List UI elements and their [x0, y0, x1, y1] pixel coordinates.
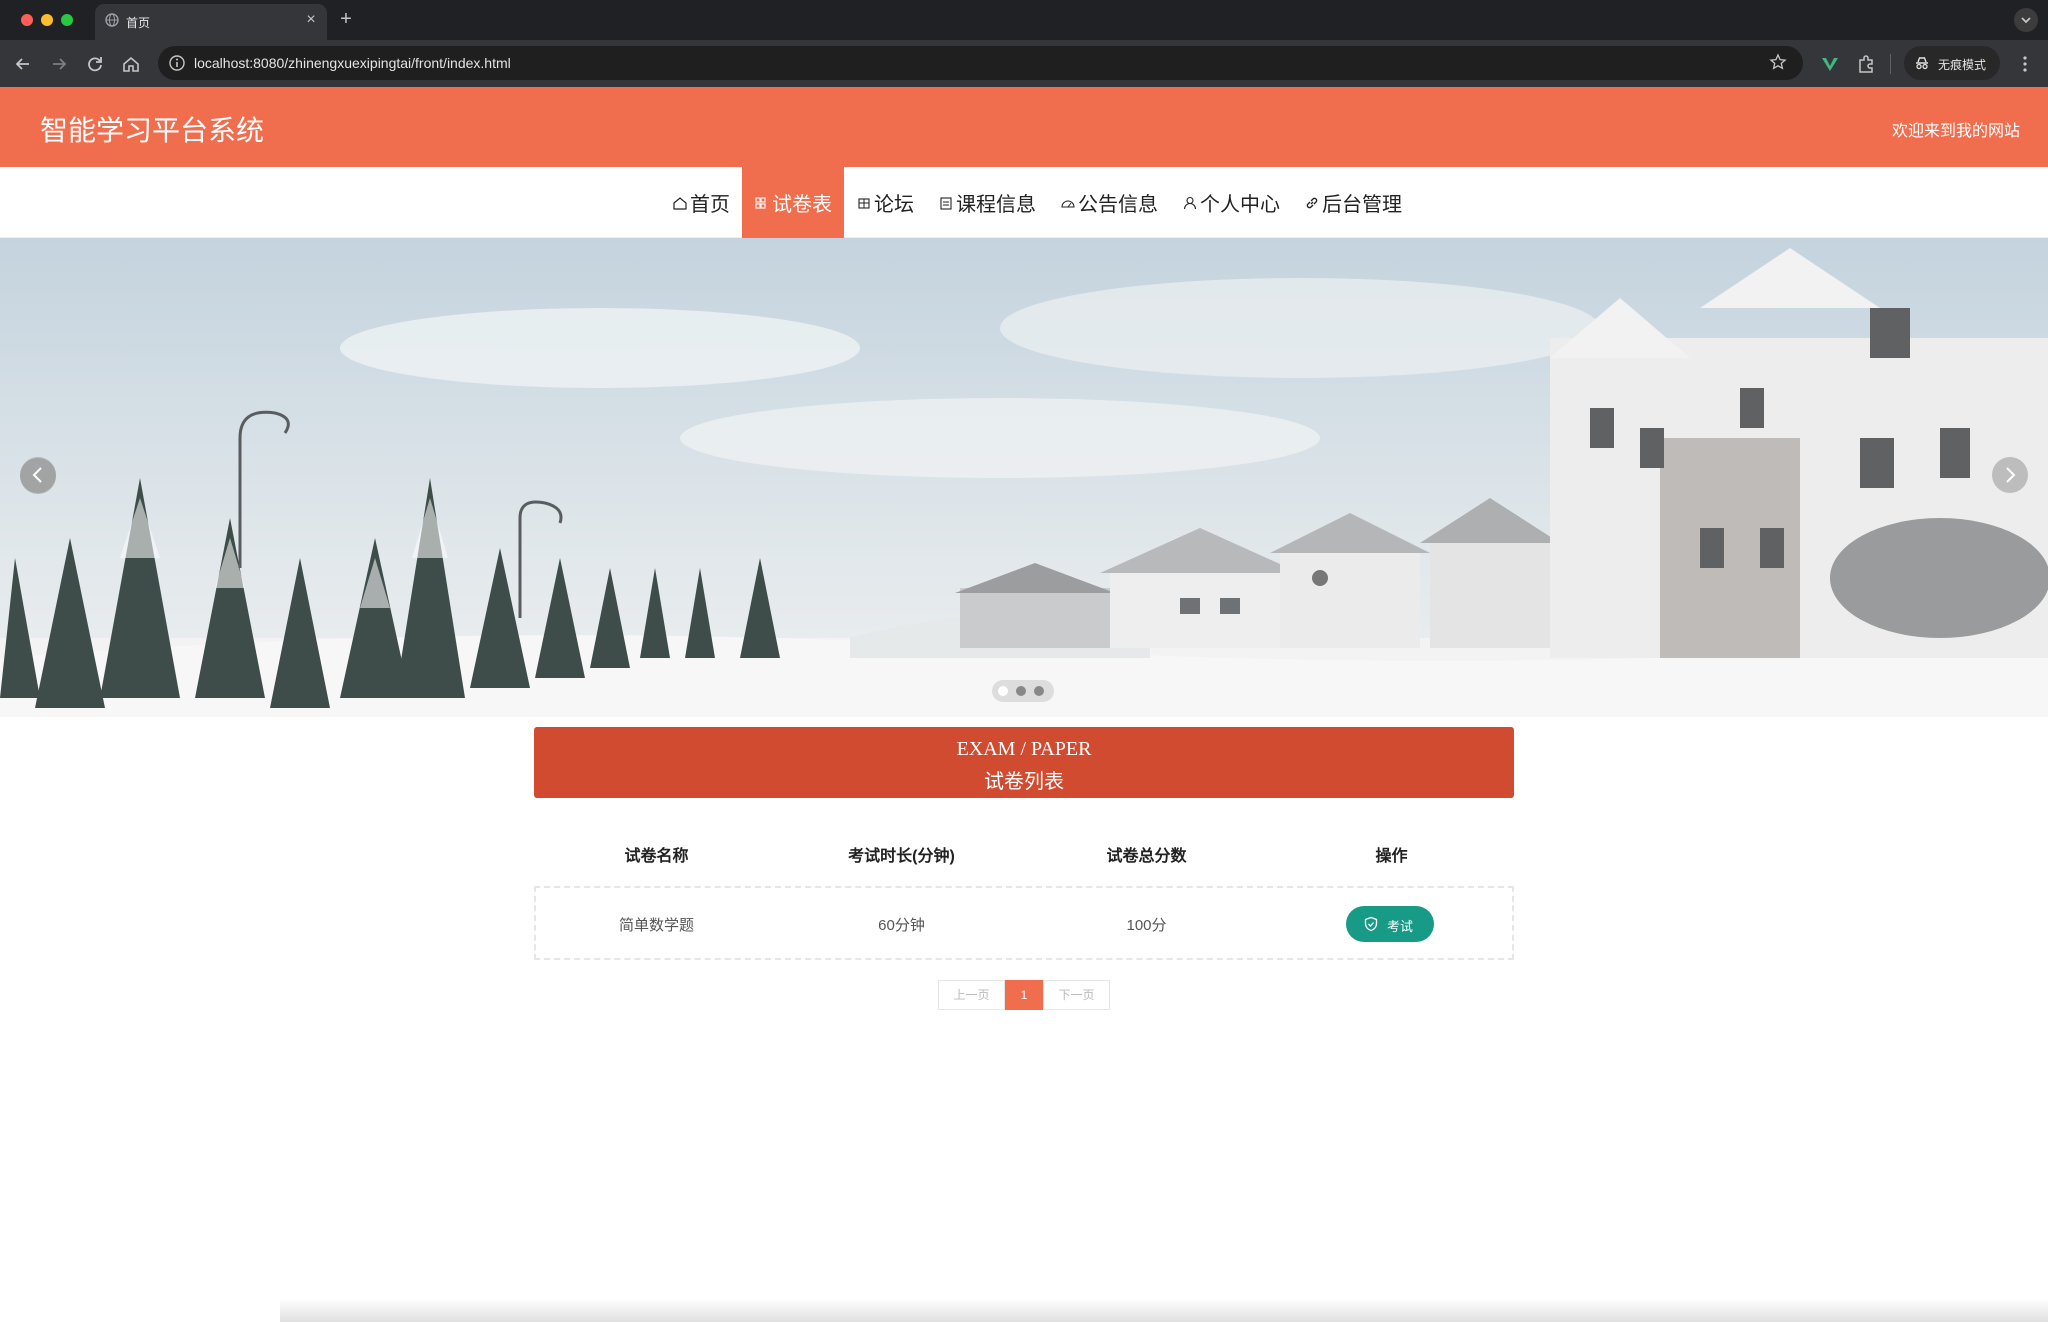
- nav-label: 课程信息: [956, 194, 1036, 216]
- column-header-action: 操作: [1375, 848, 1408, 865]
- take-exam-button[interactable]: 考试: [1346, 906, 1434, 942]
- nav-label: 公告信息: [1078, 194, 1158, 216]
- column-header-score: 试卷总分数: [1106, 848, 1187, 865]
- address-bar[interactable]: localhost:8080/zhinengxuexipingtai/front…: [158, 46, 1803, 80]
- welcome-text: 欢迎来到我的网站: [1891, 123, 2020, 140]
- nav-item-profile[interactable]: 个人中心: [1170, 167, 1292, 238]
- main-nav: 首页 试卷表 论坛 课程信息 公告信息 个人中心 后台管理: [0, 167, 2048, 238]
- browser-tab[interactable]: 首页 ×: [95, 4, 327, 40]
- banner-image: [0, 238, 2048, 717]
- new-tab-button[interactable]: +: [336, 9, 356, 29]
- banner-carousel[interactable]: [0, 238, 2048, 717]
- nav-label: 试卷表: [772, 194, 832, 216]
- nav-item-admin[interactable]: 后台管理: [1292, 167, 1414, 238]
- user-icon: [1183, 196, 1197, 209]
- tab-search-button[interactable]: [2014, 8, 2038, 32]
- window-edge-shadow: [280, 1298, 2048, 1322]
- cell-duration: 60分钟: [878, 917, 925, 934]
- pagination: 上一页 1 下一页: [938, 980, 1110, 1010]
- nav-label: 首页: [690, 194, 730, 216]
- nav-item-exam-papers[interactable]: 试卷表: [742, 167, 844, 238]
- carousel-dot-3[interactable]: [1034, 686, 1044, 696]
- close-tab-icon[interactable]: ×: [301, 10, 321, 30]
- site-info-icon[interactable]: [168, 54, 186, 72]
- grid-icon: [755, 196, 766, 209]
- home-icon: [673, 196, 687, 210]
- incognito-label: 无痕模式: [1938, 58, 1987, 72]
- browser-tab-bar: 首页 × +: [0, 0, 2048, 40]
- notice-icon: [1061, 199, 1075, 208]
- banner-prev-button[interactable]: [20, 457, 56, 493]
- cell-total-score: 100分: [1126, 917, 1167, 934]
- more-menu-icon[interactable]: [2014, 53, 2036, 75]
- home-icon[interactable]: [120, 53, 142, 75]
- forward-arrow-icon[interactable]: [48, 53, 70, 75]
- section-title-cn: 试卷列表: [984, 771, 1064, 793]
- nav-label: 论坛: [874, 194, 914, 216]
- carousel-indicator: [992, 680, 1054, 702]
- url-text: localhost:8080/zhinengxuexipingtai/front…: [194, 55, 511, 71]
- next-page-button[interactable]: 下一页: [1043, 980, 1110, 1010]
- cell-paper-name: 简单数学题: [618, 917, 694, 934]
- bookmark-star-icon[interactable]: [1769, 53, 1787, 71]
- globe-icon: [105, 13, 119, 27]
- nav-label: 后台管理: [1322, 194, 1402, 216]
- tab-title: 首页: [126, 16, 151, 30]
- carousel-dot-1[interactable]: [998, 686, 1008, 696]
- reload-icon[interactable]: [84, 53, 106, 75]
- shield-check-icon: [1364, 916, 1378, 932]
- toolbar-divider: [1890, 54, 1891, 74]
- take-exam-label: 考试: [1387, 919, 1414, 934]
- maximize-window-button[interactable]: [61, 14, 73, 26]
- back-arrow-icon[interactable]: [12, 53, 34, 75]
- table-row: 简单数学题 60分钟 100分 考试: [534, 886, 1514, 960]
- page-1-button[interactable]: 1: [1005, 980, 1043, 1010]
- section-title-en: EXAM / PAPER: [956, 738, 1092, 760]
- chevron-down-icon: [2021, 17, 2031, 24]
- nav-item-courses[interactable]: 课程信息: [926, 167, 1048, 238]
- nav-label: 个人中心: [1200, 194, 1280, 216]
- forum-icon: [858, 197, 870, 209]
- column-header-name: 试卷名称: [624, 848, 689, 865]
- nav-item-notices[interactable]: 公告信息: [1048, 167, 1170, 238]
- carousel-dot-2[interactable]: [1016, 686, 1026, 696]
- prev-page-button[interactable]: 上一页: [938, 980, 1005, 1010]
- column-header-duration: 考试时长(分钟): [848, 848, 955, 865]
- extensions-puzzle-icon[interactable]: [1855, 53, 1877, 75]
- site-title: 智能学习平台系统: [40, 115, 265, 146]
- nav-item-forum[interactable]: 论坛: [844, 167, 926, 238]
- link-icon: [1306, 197, 1318, 208]
- course-icon: [940, 196, 952, 210]
- chevron-right-icon: [2006, 467, 2016, 483]
- section-header: EXAM / PAPER 试卷列表: [534, 727, 1514, 798]
- nav-item-home[interactable]: 首页: [660, 167, 742, 238]
- vue-devtools-icon[interactable]: [1819, 53, 1841, 75]
- browser-toolbar: localhost:8080/zhinengxuexipingtai/front…: [0, 40, 2048, 87]
- minimize-window-button[interactable]: [41, 14, 53, 26]
- site-header: 智能学习平台系统 欢迎来到我的网站: [0, 87, 2048, 167]
- banner-next-button[interactable]: [1992, 457, 2028, 493]
- close-window-button[interactable]: [21, 14, 33, 26]
- incognito-badge[interactable]: 无痕模式: [1904, 46, 2000, 80]
- chevron-left-icon: [32, 467, 42, 483]
- incognito-icon: [1916, 57, 1928, 70]
